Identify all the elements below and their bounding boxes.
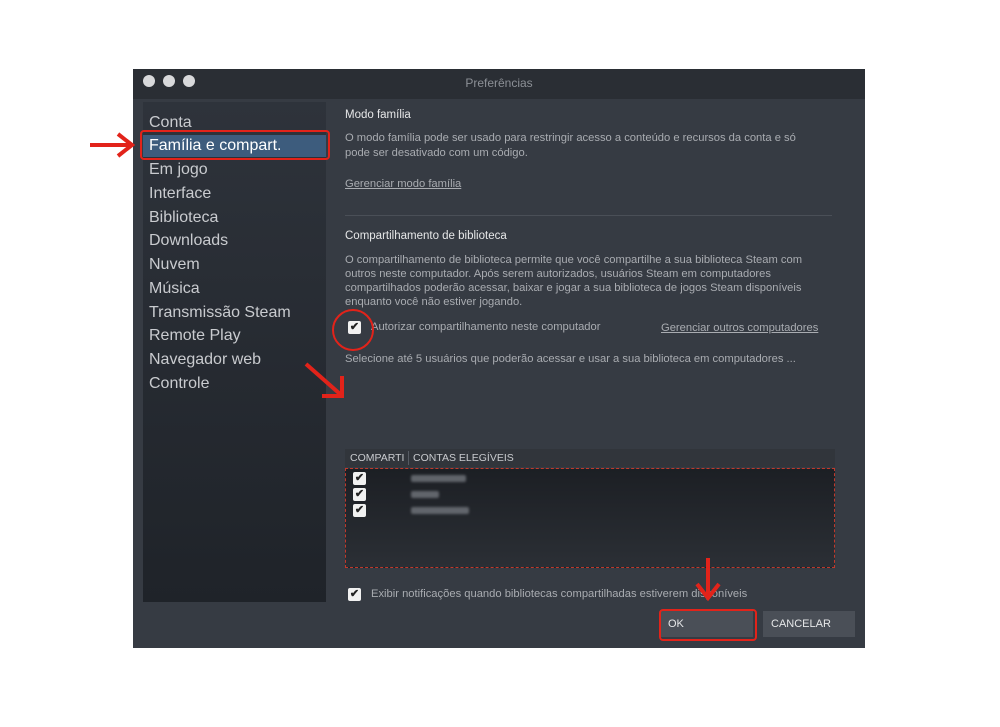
sidebar-item-interface[interactable]: Interface xyxy=(149,183,211,205)
account-share-checkbox[interactable]: ✔ xyxy=(353,488,366,501)
sidebar-item-navegador-web[interactable]: Navegador web xyxy=(149,349,261,371)
sidebar-item-transmissao-steam[interactable]: Transmissão Steam xyxy=(149,302,291,324)
arrow-right-icon xyxy=(90,132,136,158)
sidebar-item-em-jogo[interactable]: Em jogo xyxy=(149,159,208,181)
window-title: Preferências xyxy=(465,76,533,90)
family-mode-heading: Modo família xyxy=(345,109,411,121)
manage-other-computers-link[interactable]: Gerenciar outros computadores xyxy=(661,322,818,334)
highlight-family-tab xyxy=(140,130,330,160)
column-eligible-accounts[interactable]: CONTAS ELEGÍVEIS xyxy=(413,452,514,464)
column-shared[interactable]: COMPARTI xyxy=(350,452,404,464)
sidebar-item-downloads[interactable]: Downloads xyxy=(149,230,228,252)
sidebar-item-remote-play[interactable]: Remote Play xyxy=(149,325,241,347)
blurred-account-name xyxy=(411,475,466,482)
sidebar-item-controle[interactable]: Controle xyxy=(149,373,209,395)
sidebar-item-musica[interactable]: Música xyxy=(149,278,200,300)
library-sharing-description-line1: O compartilhamento de biblioteca permite… xyxy=(345,254,803,266)
show-notifications-label: Exibir notificações quando bibliotecas c… xyxy=(371,588,748,600)
section-divider xyxy=(345,215,832,216)
sidebar: Conta Família e compart. Em jogo Interfa… xyxy=(143,102,326,602)
family-mode-description-line2: pode ser desativado com um código. xyxy=(345,147,528,159)
cancel-button[interactable]: CANCELAR xyxy=(763,611,855,637)
blurred-account-name xyxy=(411,507,469,514)
sidebar-item-nuvem[interactable]: Nuvem xyxy=(149,254,200,276)
blurred-account-name xyxy=(411,491,439,498)
family-mode-description-line1: O modo família pode ser usado para restr… xyxy=(345,132,796,144)
highlight-ok-button xyxy=(659,609,757,641)
arrow-down-right-icon xyxy=(304,362,344,398)
title-bar: Preferências xyxy=(133,69,865,99)
library-sharing-description-line3: compartilhados poderão acessar, baixar e… xyxy=(345,282,802,294)
authorize-sharing-label: Autorizar compartilhamento neste computa… xyxy=(371,321,601,333)
show-notifications-checkbox[interactable]: ✔ xyxy=(348,588,361,601)
library-sharing-description-line2: outros neste computador. Após serem auto… xyxy=(345,268,771,280)
library-sharing-description-line4: enquanto você não estiver jogando. xyxy=(345,296,523,308)
select-users-text: Selecione até 5 usuários que poderão ace… xyxy=(345,353,796,365)
highlight-authorize-checkbox xyxy=(332,309,374,351)
account-share-checkbox[interactable]: ✔ xyxy=(353,504,366,517)
manage-family-mode-link[interactable]: Gerenciar modo família xyxy=(345,178,461,190)
arrow-down-icon xyxy=(695,558,721,602)
column-separator[interactable] xyxy=(408,451,409,465)
accounts-list-header: COMPARTI CONTAS ELEGÍVEIS xyxy=(345,449,835,467)
library-sharing-heading: Compartilhamento de biblioteca xyxy=(345,230,507,242)
eligible-accounts-list: ✔ ✔ ✔ xyxy=(345,468,835,568)
sidebar-item-biblioteca[interactable]: Biblioteca xyxy=(149,207,218,229)
account-share-checkbox[interactable]: ✔ xyxy=(353,472,366,485)
settings-panel: Modo família O modo família pode ser usa… xyxy=(326,102,856,602)
